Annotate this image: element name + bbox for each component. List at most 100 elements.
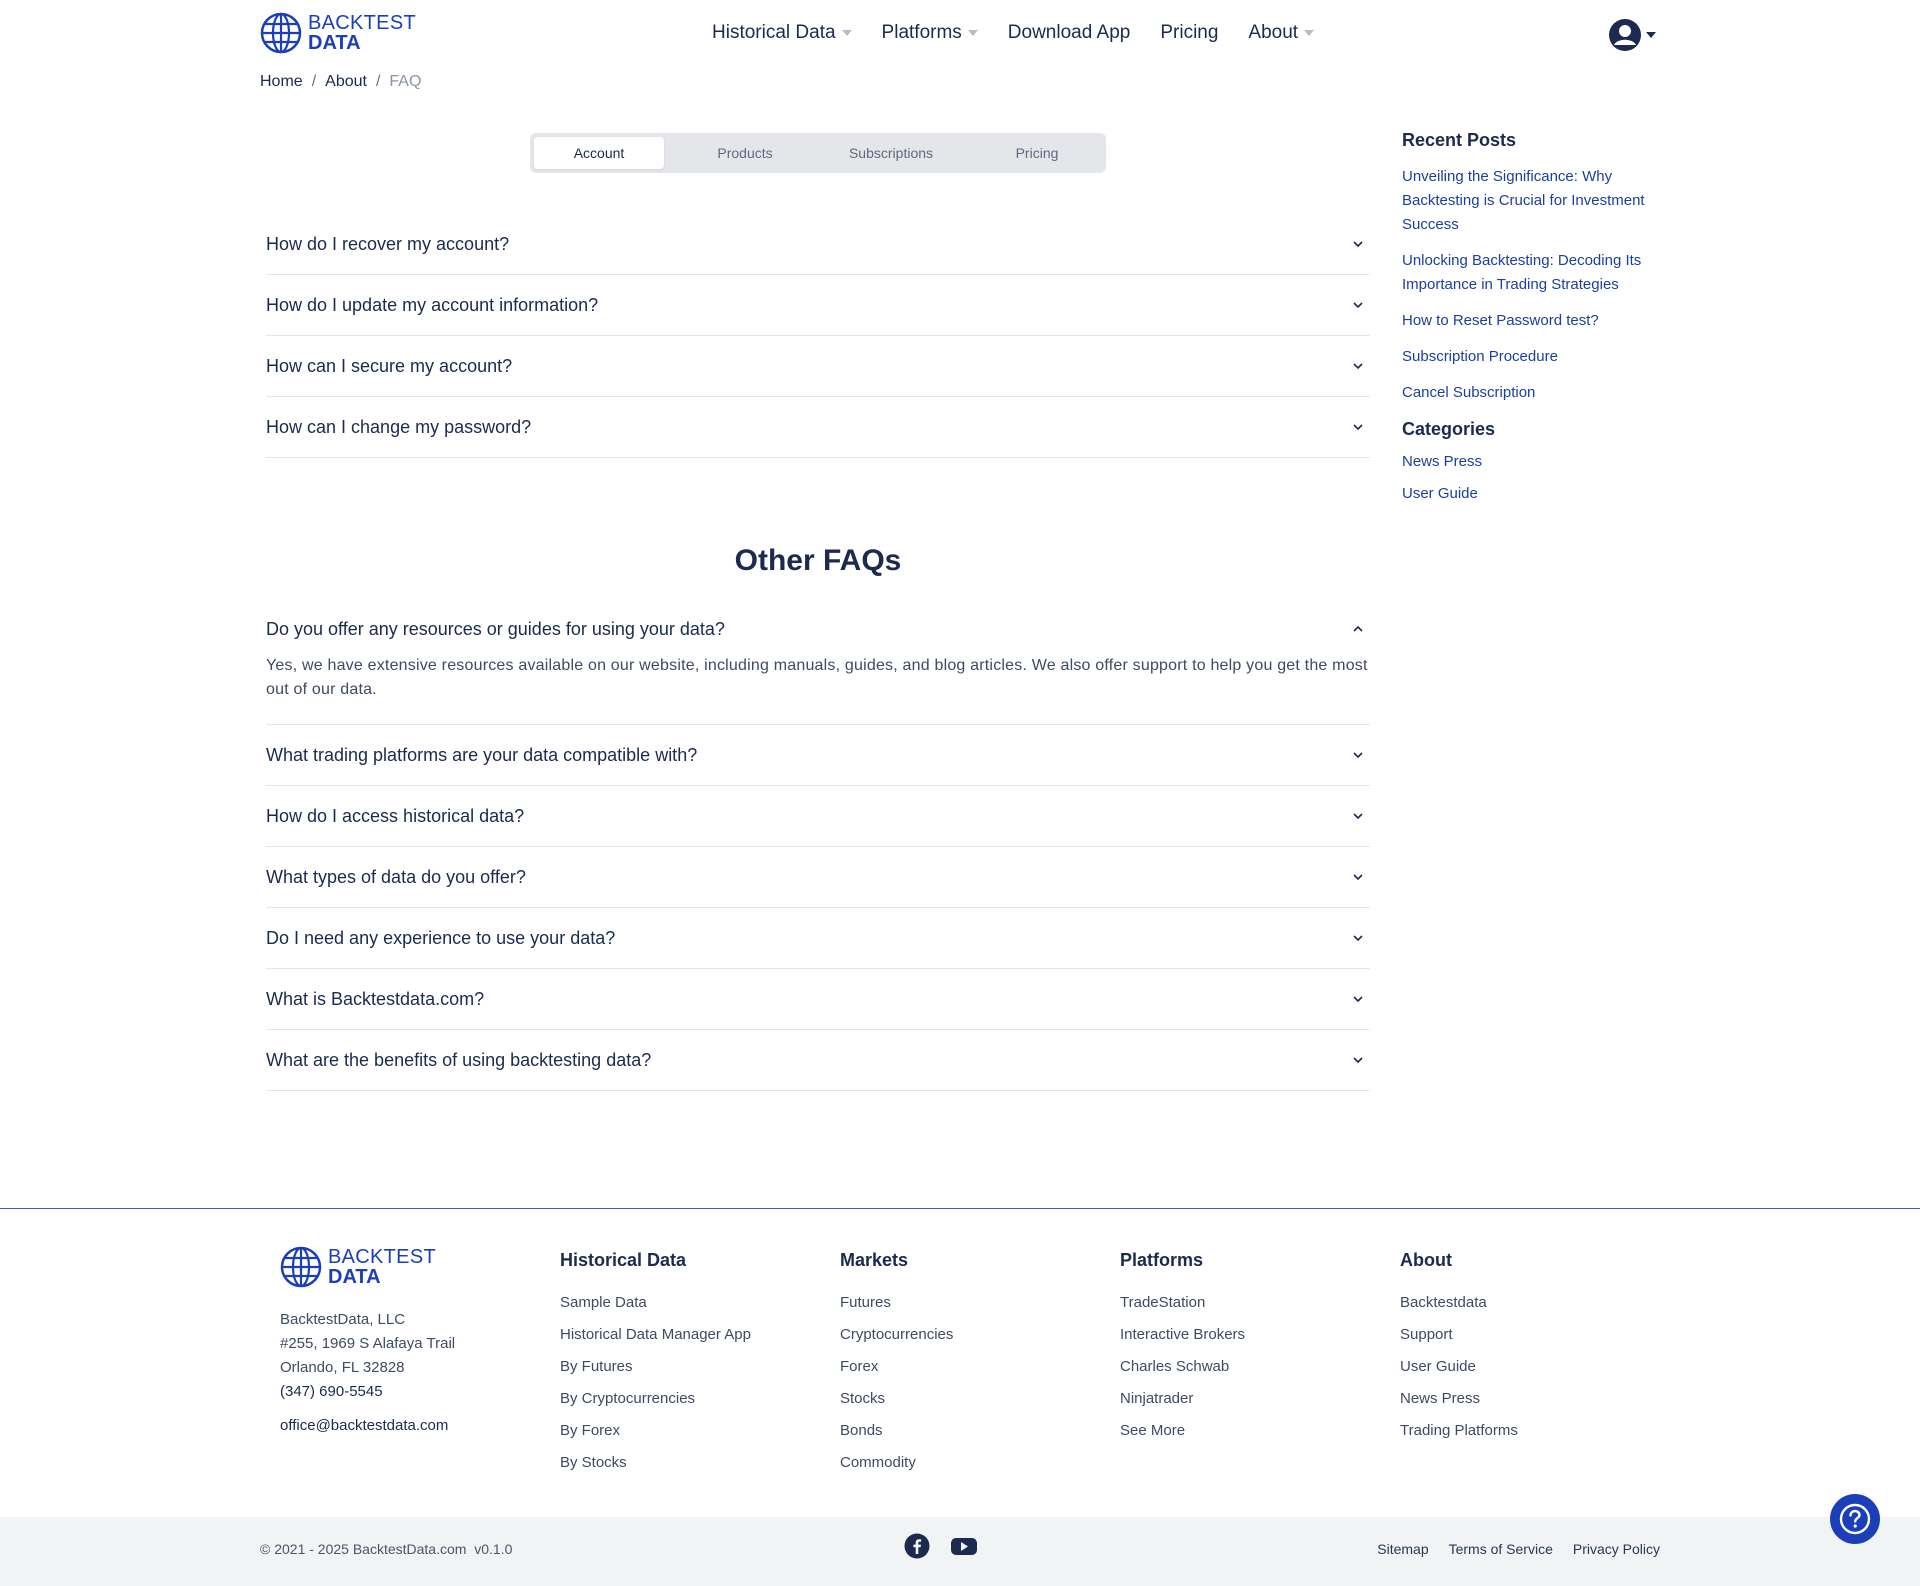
user-circle-icon — [1609, 19, 1641, 51]
footer-link[interactable]: News Press — [1400, 1383, 1518, 1415]
footer-link[interactable]: Bonds — [840, 1415, 953, 1447]
footer-link[interactable]: By Futures — [560, 1351, 751, 1383]
footer-col-title: Historical Data — [560, 1250, 687, 1270]
faq-question[interactable]: Do I need any experience to use your dat… — [266, 908, 1370, 968]
tab-subscriptions[interactable]: Subscriptions — [826, 137, 956, 169]
faq-question[interactable]: What are the benefits of using backtesti… — [266, 1030, 1370, 1090]
recent-post-link[interactable]: Subscription Procedure — [1402, 345, 1662, 369]
breadcrumb-about[interactable]: About — [325, 73, 367, 91]
chevron-down-icon — [1353, 996, 1363, 1003]
breadcrumb-current: FAQ — [389, 73, 422, 90]
footer-link[interactable]: Historical Data Manager App — [560, 1319, 751, 1351]
footer-link[interactable]: Sample Data — [560, 1287, 751, 1319]
faq-item: Do you offer any resources or guides for… — [266, 598, 1370, 725]
faq-question[interactable]: What is Backtestdata.com? — [266, 969, 1370, 1029]
account-faq-list: How do I recover my account? How do I up… — [266, 214, 1370, 458]
footer-col-platforms: Platforms TradeStation Interactive Broke… — [1120, 1250, 1245, 1447]
social-links — [904, 1533, 998, 1559]
faq-item: How can I change my password? — [266, 397, 1370, 458]
recent-post-link[interactable]: How to Reset Password test? — [1402, 309, 1662, 333]
chevron-down-icon — [1353, 363, 1363, 370]
globe-icon — [280, 1246, 322, 1288]
footer-link[interactable]: Ninjatrader — [1120, 1383, 1245, 1415]
copyright: © 2021 - 2025 BacktestData.com v0.1.0 — [260, 1541, 513, 1557]
footer-address: BacktestData, LLC #255, 1969 S Alafaya T… — [280, 1308, 455, 1438]
footer-col-about: About Backtestdata Support User Guide Ne… — [1400, 1250, 1518, 1447]
brand-line2: DATA — [308, 32, 361, 54]
caret-down-icon — [1646, 32, 1656, 38]
nav-historical-data[interactable]: Historical Data — [712, 22, 852, 44]
other-faq-list: Do you offer any resources or guides for… — [266, 598, 1370, 1091]
footer-link[interactable]: Forex — [840, 1351, 953, 1383]
breadcrumb-separator: / — [311, 73, 317, 90]
recent-post-link[interactable]: Unlocking Backtesting: Decoding Its Impo… — [1402, 249, 1662, 297]
faq-item: What are the benefits of using backtesti… — [266, 1030, 1370, 1091]
footer-link[interactable]: Trading Platforms — [1400, 1415, 1518, 1447]
faq-question[interactable]: What types of data do you offer? — [266, 847, 1370, 907]
footer-brand-logo[interactable]: BACKTEST DATA — [280, 1246, 436, 1288]
footer-bottom-bar: © 2021 - 2025 BacktestData.com v0.1.0 Si… — [0, 1517, 1920, 1586]
chevron-down-icon — [1353, 302, 1363, 309]
recent-post-link[interactable]: Unveiling the Significance: Why Backtest… — [1402, 165, 1662, 237]
nav-about[interactable]: About — [1248, 22, 1315, 44]
breadcrumb-separator: / — [375, 73, 381, 90]
faq-item: Do I need any experience to use your dat… — [266, 908, 1370, 969]
footer-link[interactable]: Charles Schwab — [1120, 1351, 1245, 1383]
footer-link[interactable]: By Stocks — [560, 1447, 751, 1479]
footer-link[interactable]: User Guide — [1400, 1351, 1518, 1383]
nav-download-app[interactable]: Download App — [1008, 22, 1131, 44]
category-link[interactable]: User Guide — [1402, 482, 1662, 506]
chevron-down-icon — [1353, 935, 1363, 942]
footer-link[interactable]: TradeStation — [1120, 1287, 1245, 1319]
brand-line1: BACKTEST — [328, 1246, 436, 1268]
footer-link[interactable]: Cryptocurrencies — [840, 1319, 953, 1351]
phone-number[interactable]: (347) 690-5545 — [280, 1380, 455, 1404]
footer-link[interactable]: Commodity — [840, 1447, 953, 1479]
faq-question[interactable]: How do I update my account information? — [266, 275, 1370, 335]
recent-post-link[interactable]: Cancel Subscription — [1402, 381, 1662, 405]
youtube-icon[interactable] — [950, 1533, 978, 1559]
nav-pricing[interactable]: Pricing — [1160, 22, 1218, 44]
facebook-icon[interactable] — [904, 1533, 930, 1559]
footer-link[interactable]: Stocks — [840, 1383, 953, 1415]
email-link[interactable]: office@backtestdata.com — [280, 1414, 455, 1438]
privacy-link[interactable]: Privacy Policy — [1573, 1541, 1660, 1557]
footer-link[interactable]: See More — [1120, 1415, 1245, 1447]
caret-down-icon — [1304, 30, 1315, 36]
brand-logo[interactable]: BACKTEST DATA — [260, 12, 416, 54]
brand-line2: DATA — [328, 1266, 381, 1288]
faq-question[interactable]: What trading platforms are your data com… — [266, 725, 1370, 785]
faq-item: What trading platforms are your data com… — [266, 725, 1370, 786]
tab-pricing[interactable]: Pricing — [972, 137, 1102, 169]
faq-question[interactable]: Do you offer any resources or guides for… — [266, 598, 1370, 660]
sitemap-link[interactable]: Sitemap — [1377, 1541, 1428, 1557]
tab-account[interactable]: Account — [534, 137, 664, 169]
terms-link[interactable]: Terms of Service — [1449, 1541, 1553, 1557]
faq-question[interactable]: How can I change my password? — [266, 397, 1370, 457]
footer-link[interactable]: By Cryptocurrencies — [560, 1383, 751, 1415]
footer-col-historical-data: Historical Data Sample Data Historical D… — [560, 1250, 751, 1479]
user-menu-button[interactable] — [1608, 18, 1656, 52]
footer-link[interactable]: Futures — [840, 1287, 953, 1319]
tab-products[interactable]: Products — [680, 137, 810, 169]
faq-question[interactable]: How do I recover my account? — [266, 214, 1370, 274]
help-button[interactable] — [1830, 1494, 1880, 1544]
breadcrumb-home[interactable]: Home — [260, 73, 303, 91]
legal-links: Sitemap Terms of Service Privacy Policy — [1357, 1541, 1660, 1557]
faq-question[interactable]: How do I access historical data? — [266, 786, 1370, 846]
faq-item: What is Backtestdata.com? — [266, 969, 1370, 1030]
footer-link[interactable]: By Forex — [560, 1415, 751, 1447]
brand-line1: BACKTEST — [308, 12, 416, 34]
nav-platforms[interactable]: Platforms — [882, 22, 978, 44]
faq-question[interactable]: How can I secure my account? — [266, 336, 1370, 396]
footer-link[interactable]: Backtestdata — [1400, 1287, 1518, 1319]
footer-link[interactable]: Support — [1400, 1319, 1518, 1351]
faq-tabs: Account Products Subscriptions Pricing — [530, 133, 1106, 173]
category-link[interactable]: News Press — [1402, 450, 1662, 474]
categories-title: Categories — [1402, 419, 1496, 439]
address-line1: #255, 1969 S Alafaya Trail — [280, 1335, 456, 1352]
chevron-down-icon — [1353, 874, 1363, 881]
footer-link[interactable]: Interactive Brokers — [1120, 1319, 1245, 1351]
faq-item: How do I access historical data? — [266, 786, 1370, 847]
faq-answer: Yes, we have extensive resources availab… — [266, 657, 1368, 698]
